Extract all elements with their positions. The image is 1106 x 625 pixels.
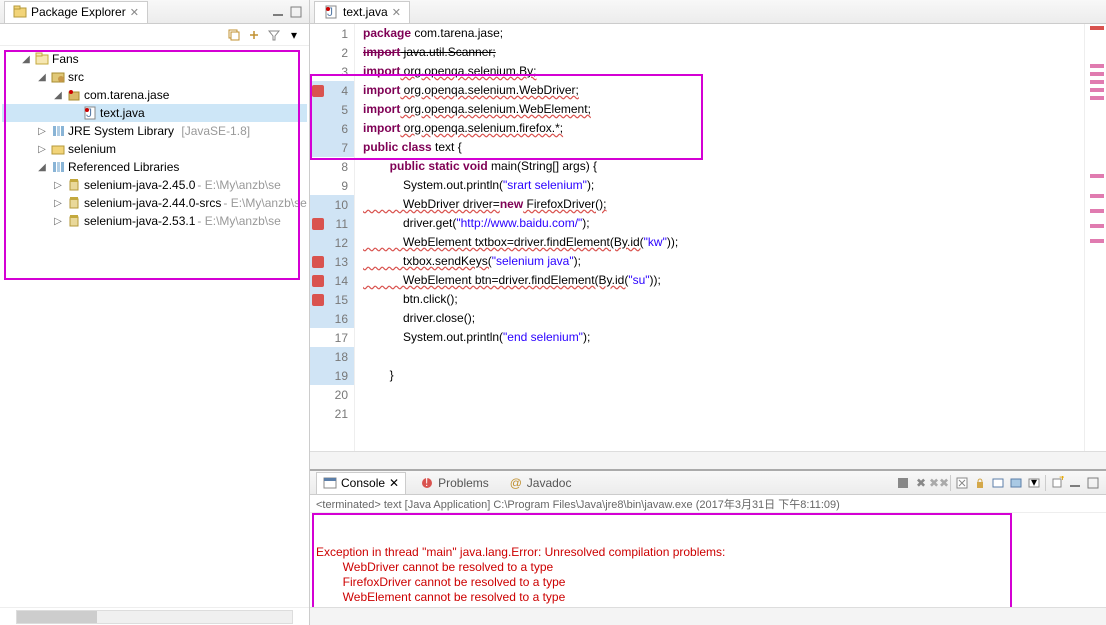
maximize-icon[interactable] bbox=[289, 5, 303, 19]
new-console-icon[interactable]: + bbox=[1050, 476, 1064, 490]
src-folder-icon bbox=[50, 69, 66, 85]
editor-body[interactable]: 1 2 3 4 5 6 7 8 9 10 11 12 13 14 15 16 1… bbox=[310, 24, 1106, 451]
svg-text:▾: ▾ bbox=[1031, 476, 1037, 489]
package-explorer-tree[interactable]: ◢ Fans ◢ src ◢ com.tarena.jase J text.ja… bbox=[0, 46, 309, 607]
console-icon bbox=[323, 476, 337, 490]
console-pane: Console ✕ ! Problems @ Javadoc ✖ ✖✖ ▾ bbox=[310, 470, 1106, 625]
package-explorer-title: Package Explorer bbox=[31, 5, 126, 19]
tree-lib3[interactable]: ▷ selenium-java-2.53.1 - E:\My\anzb\se bbox=[2, 212, 307, 230]
console-hscroll[interactable] bbox=[310, 607, 1106, 625]
close-icon[interactable]: ✕ bbox=[389, 476, 399, 490]
javadoc-tab[interactable]: @ Javadoc bbox=[503, 472, 578, 494]
scroll-lock-icon[interactable] bbox=[973, 476, 987, 490]
jar-icon bbox=[66, 213, 82, 229]
tree-selenium-folder[interactable]: ▷ selenium bbox=[2, 140, 307, 158]
jar-icon bbox=[66, 177, 82, 193]
editor-tab[interactable]: J text.java ✕ bbox=[314, 1, 410, 23]
view-menu-icon[interactable]: ▾ bbox=[287, 28, 301, 42]
java-file-icon: J bbox=[323, 4, 339, 20]
project-icon bbox=[34, 51, 50, 67]
package-explorer-tabbar: Package Explorer ✕ bbox=[0, 0, 309, 24]
tree-lib2[interactable]: ▷ selenium-java-2.44.0-srcs - E:\My\anzb… bbox=[2, 194, 307, 212]
console-tab[interactable]: Console ✕ bbox=[316, 472, 406, 494]
tree-jre[interactable]: ▷ JRE System Library [JavaSE-1.8] bbox=[2, 122, 307, 140]
filter-icon[interactable] bbox=[267, 28, 281, 42]
minimize-icon[interactable] bbox=[1068, 476, 1082, 490]
java-file-icon: J bbox=[82, 105, 98, 121]
open-console-icon[interactable]: ▾ bbox=[1027, 476, 1041, 490]
javadoc-icon: @ bbox=[509, 476, 523, 490]
display-console-icon[interactable] bbox=[1009, 476, 1023, 490]
right-pane: J text.java ✕ 1 2 3 4 5 6 7 8 9 10 11 12… bbox=[310, 0, 1106, 625]
remove-all-icon[interactable]: ✖✖ bbox=[932, 476, 946, 490]
package-icon bbox=[66, 87, 82, 103]
tree-ref-libs[interactable]: ◢ Referenced Libraries bbox=[2, 158, 307, 176]
editor-area: J text.java ✕ 1 2 3 4 5 6 7 8 9 10 11 12… bbox=[310, 0, 1106, 470]
console-launch-title: <terminated> text [Java Application] C:\… bbox=[310, 495, 1106, 513]
close-icon[interactable]: ✕ bbox=[392, 6, 401, 19]
folder-icon bbox=[50, 141, 66, 157]
h-scrollbar[interactable] bbox=[0, 607, 309, 625]
console-tabbar: Console ✕ ! Problems @ Javadoc ✖ ✖✖ ▾ bbox=[310, 471, 1106, 495]
tree-src[interactable]: ◢ src bbox=[2, 68, 307, 86]
console-output[interactable]: Exception in thread "main" java.lang.Err… bbox=[310, 513, 1106, 607]
clear-console-icon[interactable] bbox=[955, 476, 969, 490]
svg-text:!: ! bbox=[425, 477, 428, 489]
pin-console-icon[interactable] bbox=[991, 476, 1005, 490]
package-explorer-icon bbox=[13, 5, 27, 19]
editor-hscroll[interactable] bbox=[310, 451, 1106, 469]
line-number-gutter: 1 2 3 4 5 6 7 8 9 10 11 12 13 14 15 16 1… bbox=[310, 24, 355, 451]
jar-icon bbox=[66, 195, 82, 211]
problems-icon: ! bbox=[420, 476, 434, 490]
minimize-icon[interactable] bbox=[271, 5, 285, 19]
overview-ruler[interactable] bbox=[1084, 24, 1106, 451]
remove-launch-icon[interactable]: ✖ bbox=[914, 476, 928, 490]
library-icon bbox=[50, 123, 66, 139]
library-icon bbox=[50, 159, 66, 175]
package-explorer-toolbar: ▾ bbox=[0, 24, 309, 46]
console-toolbar: ✖ ✖✖ ▾ + bbox=[896, 475, 1100, 491]
tree-file[interactable]: J text.java bbox=[2, 104, 307, 122]
tree-project[interactable]: ◢ Fans bbox=[2, 50, 307, 68]
maximize-icon[interactable] bbox=[1086, 476, 1100, 490]
problems-tab[interactable]: ! Problems bbox=[414, 472, 495, 494]
collapse-all-icon[interactable] bbox=[227, 28, 241, 42]
code-area[interactable]: package com.tarena.jase;import java.util… bbox=[355, 24, 1084, 451]
terminate-icon[interactable] bbox=[896, 476, 910, 490]
link-editor-icon[interactable] bbox=[247, 28, 261, 42]
package-explorer-pane: Package Explorer ✕ ▾ ◢ Fans ◢ src ◢ com.… bbox=[0, 0, 310, 625]
package-explorer-tab[interactable]: Package Explorer ✕ bbox=[4, 1, 148, 23]
editor-tabbar: J text.java ✕ bbox=[310, 0, 1106, 24]
tree-package[interactable]: ◢ com.tarena.jase bbox=[2, 86, 307, 104]
svg-text:+: + bbox=[1059, 476, 1064, 484]
close-icon[interactable]: ✕ bbox=[130, 6, 139, 19]
tree-lib1[interactable]: ▷ selenium-java-2.45.0 - E:\My\anzb\se bbox=[2, 176, 307, 194]
